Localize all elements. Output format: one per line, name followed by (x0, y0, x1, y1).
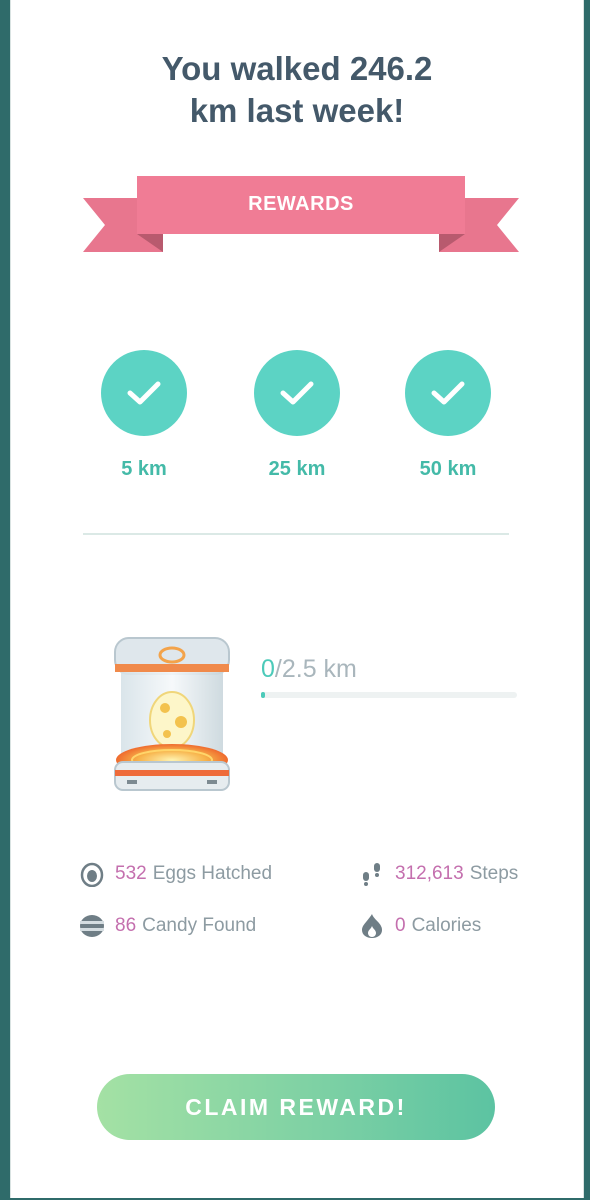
calories-value: 0 (395, 915, 406, 936)
milestone-25km: 25 km (254, 350, 340, 481)
stat-candy-found: 86 Candy Found (79, 912, 256, 940)
candy-found-label: Candy Found (142, 915, 257, 936)
stat-steps: 312,613 Steps (359, 860, 518, 888)
milestone-label: 5 km (121, 458, 167, 480)
weekly-summary-card: You walked 246.2 km last week! REWARDS 5… (10, 0, 584, 1198)
title-line-2: km last week! (189, 92, 405, 129)
egg-progress-fill (261, 692, 265, 698)
eggs-hatched-label: Eggs Hatched (152, 863, 273, 884)
steps-label: Steps (469, 863, 519, 884)
egg-incubator-image (107, 630, 237, 800)
footprints-icon (359, 860, 385, 888)
milestone-label: 25 km (268, 458, 326, 480)
checkmark-icon (280, 381, 314, 405)
distance-current: 0 (261, 655, 275, 683)
checkmark-icon (127, 381, 161, 405)
rewards-label: REWARDS (248, 193, 354, 215)
milestone-5km: 5 km (101, 350, 187, 481)
flame-icon (359, 912, 385, 940)
milestone-50km: 50 km (405, 350, 491, 481)
stat-calories: 0 Calories (359, 912, 481, 940)
eggs-hatched-value: 532 (115, 863, 147, 884)
milestone-check-circle (101, 350, 187, 436)
claim-reward-button[interactable]: CLAIM REWARD! (97, 1074, 495, 1140)
milestone-check-circle (405, 350, 491, 436)
candy-found-value: 86 (115, 915, 137, 936)
distance-total: /2.5 km (274, 655, 357, 683)
steps-value: 312,613 (395, 863, 464, 884)
milestone-check-circle (254, 350, 340, 436)
milestone-label: 50 km (419, 458, 477, 480)
checkmark-icon (431, 381, 465, 405)
candy-icon (79, 912, 105, 940)
egg-icon (79, 860, 105, 888)
calories-label: Calories (411, 915, 482, 936)
egg-progress-bar (261, 692, 517, 698)
stat-eggs-hatched: 532 Eggs Hatched (79, 860, 272, 888)
page-title: You walked 246.2 km last week! (11, 48, 583, 132)
egg-distance-progress: 0/2.5 km (261, 655, 357, 684)
section-divider (83, 533, 509, 535)
rewards-banner: REWARDS (83, 176, 519, 252)
title-line-1: You walked 246.2 (161, 50, 433, 87)
